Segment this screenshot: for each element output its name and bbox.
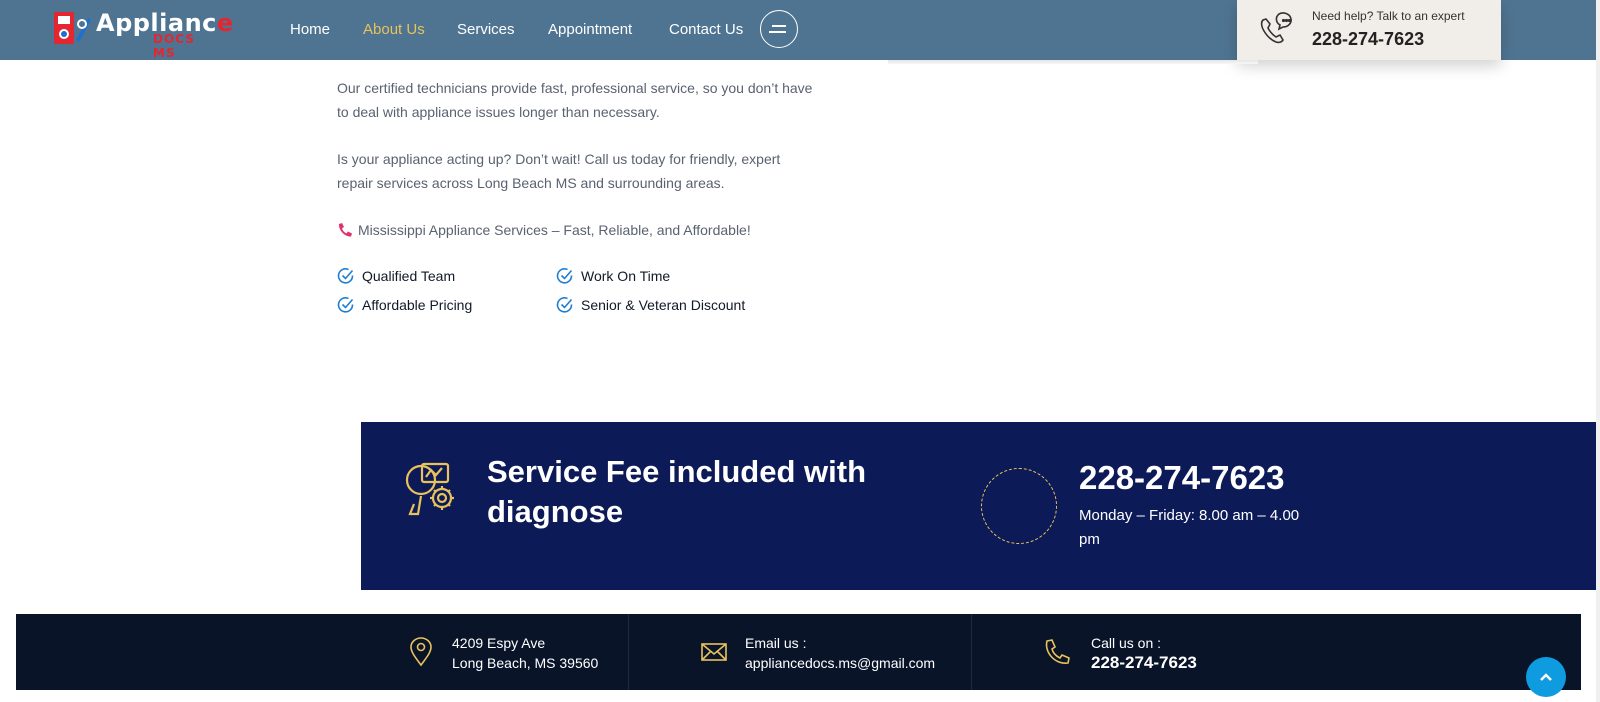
help-phone[interactable]: 228-274-7623 xyxy=(1312,29,1424,50)
appliance-logo-icon xyxy=(54,12,91,44)
service-fee-banner: Service Fee included with diagnose 228-2… xyxy=(361,422,1600,590)
banner-title: Service Fee included with diagnose xyxy=(487,454,867,529)
hamburger-icon xyxy=(772,25,786,27)
phone-icon xyxy=(338,223,352,237)
check-circle-icon xyxy=(556,268,573,284)
diagnostic-gear-icon xyxy=(405,462,454,516)
location-pin-icon xyxy=(410,637,432,667)
site-header: Appliance DOCS MS Home About Us Services… xyxy=(0,0,1600,60)
nav-about-us[interactable]: About Us xyxy=(363,20,425,40)
address-line-2: Long Beach, MS 39560 xyxy=(452,655,599,671)
phone-icon xyxy=(1045,639,1070,664)
check-circle-icon xyxy=(556,297,573,313)
phone-chat-icon xyxy=(1260,12,1292,44)
feature-item: Senior & Veteran Discount xyxy=(556,295,745,315)
logo-subtext: DOCS MS xyxy=(153,32,195,60)
site-logo[interactable]: Appliance DOCS MS xyxy=(52,10,233,60)
help-text: Need help? Talk to an expert xyxy=(1312,9,1465,23)
divider xyxy=(628,614,629,690)
feature-item: Work On Time xyxy=(556,266,670,286)
nav-services[interactable]: Services xyxy=(457,20,515,40)
scrollbar[interactable] xyxy=(1596,0,1600,702)
nav-appointment[interactable]: Appointment xyxy=(548,20,632,40)
nav-contact-us[interactable]: Contact Us xyxy=(669,20,743,40)
nav-home[interactable]: Home xyxy=(290,20,330,40)
call-to-action-paragraph: Is your appliance acting up? Don’t wait!… xyxy=(337,151,781,191)
search-box-edge xyxy=(888,60,1258,64)
feature-item: Affordable Pricing xyxy=(337,295,472,315)
check-circle-icon xyxy=(337,297,354,313)
check-circle-icon xyxy=(337,268,354,284)
contact-footer-bar: 4209 Espy Ave Long Beach, MS 39560 Email… xyxy=(16,614,1581,690)
tagline: Mississippi Appliance Services – Fast, R… xyxy=(337,218,751,242)
feature-item: Qualified Team xyxy=(337,266,455,286)
banner-phone[interactable]: 228-274-7623 xyxy=(1079,458,1285,498)
chevron-up-icon xyxy=(1540,673,1552,681)
help-box[interactable]: Need help? Talk to an expert 228-274-762… xyxy=(1237,0,1501,60)
call-phone[interactable]: 228-274-7623 xyxy=(1091,652,1197,674)
phone-circle-decoration xyxy=(981,468,1057,544)
banner-hours: Monday – Friday: 8.00 am – 4.00 pm xyxy=(1079,507,1300,548)
call-label: Call us on : xyxy=(1091,635,1162,651)
menu-toggle-button[interactable] xyxy=(760,10,798,48)
envelope-icon xyxy=(701,643,727,661)
email-link[interactable]: appliancedocs.ms@gmail.com xyxy=(745,653,935,673)
email-label: Email us : xyxy=(745,635,807,651)
address-line-1: 4209 Espy Ave xyxy=(452,635,546,651)
intro-paragraph: Our certified technicians provide fast, … xyxy=(337,80,813,120)
scroll-to-top-button[interactable] xyxy=(1526,657,1566,697)
divider xyxy=(971,614,972,690)
